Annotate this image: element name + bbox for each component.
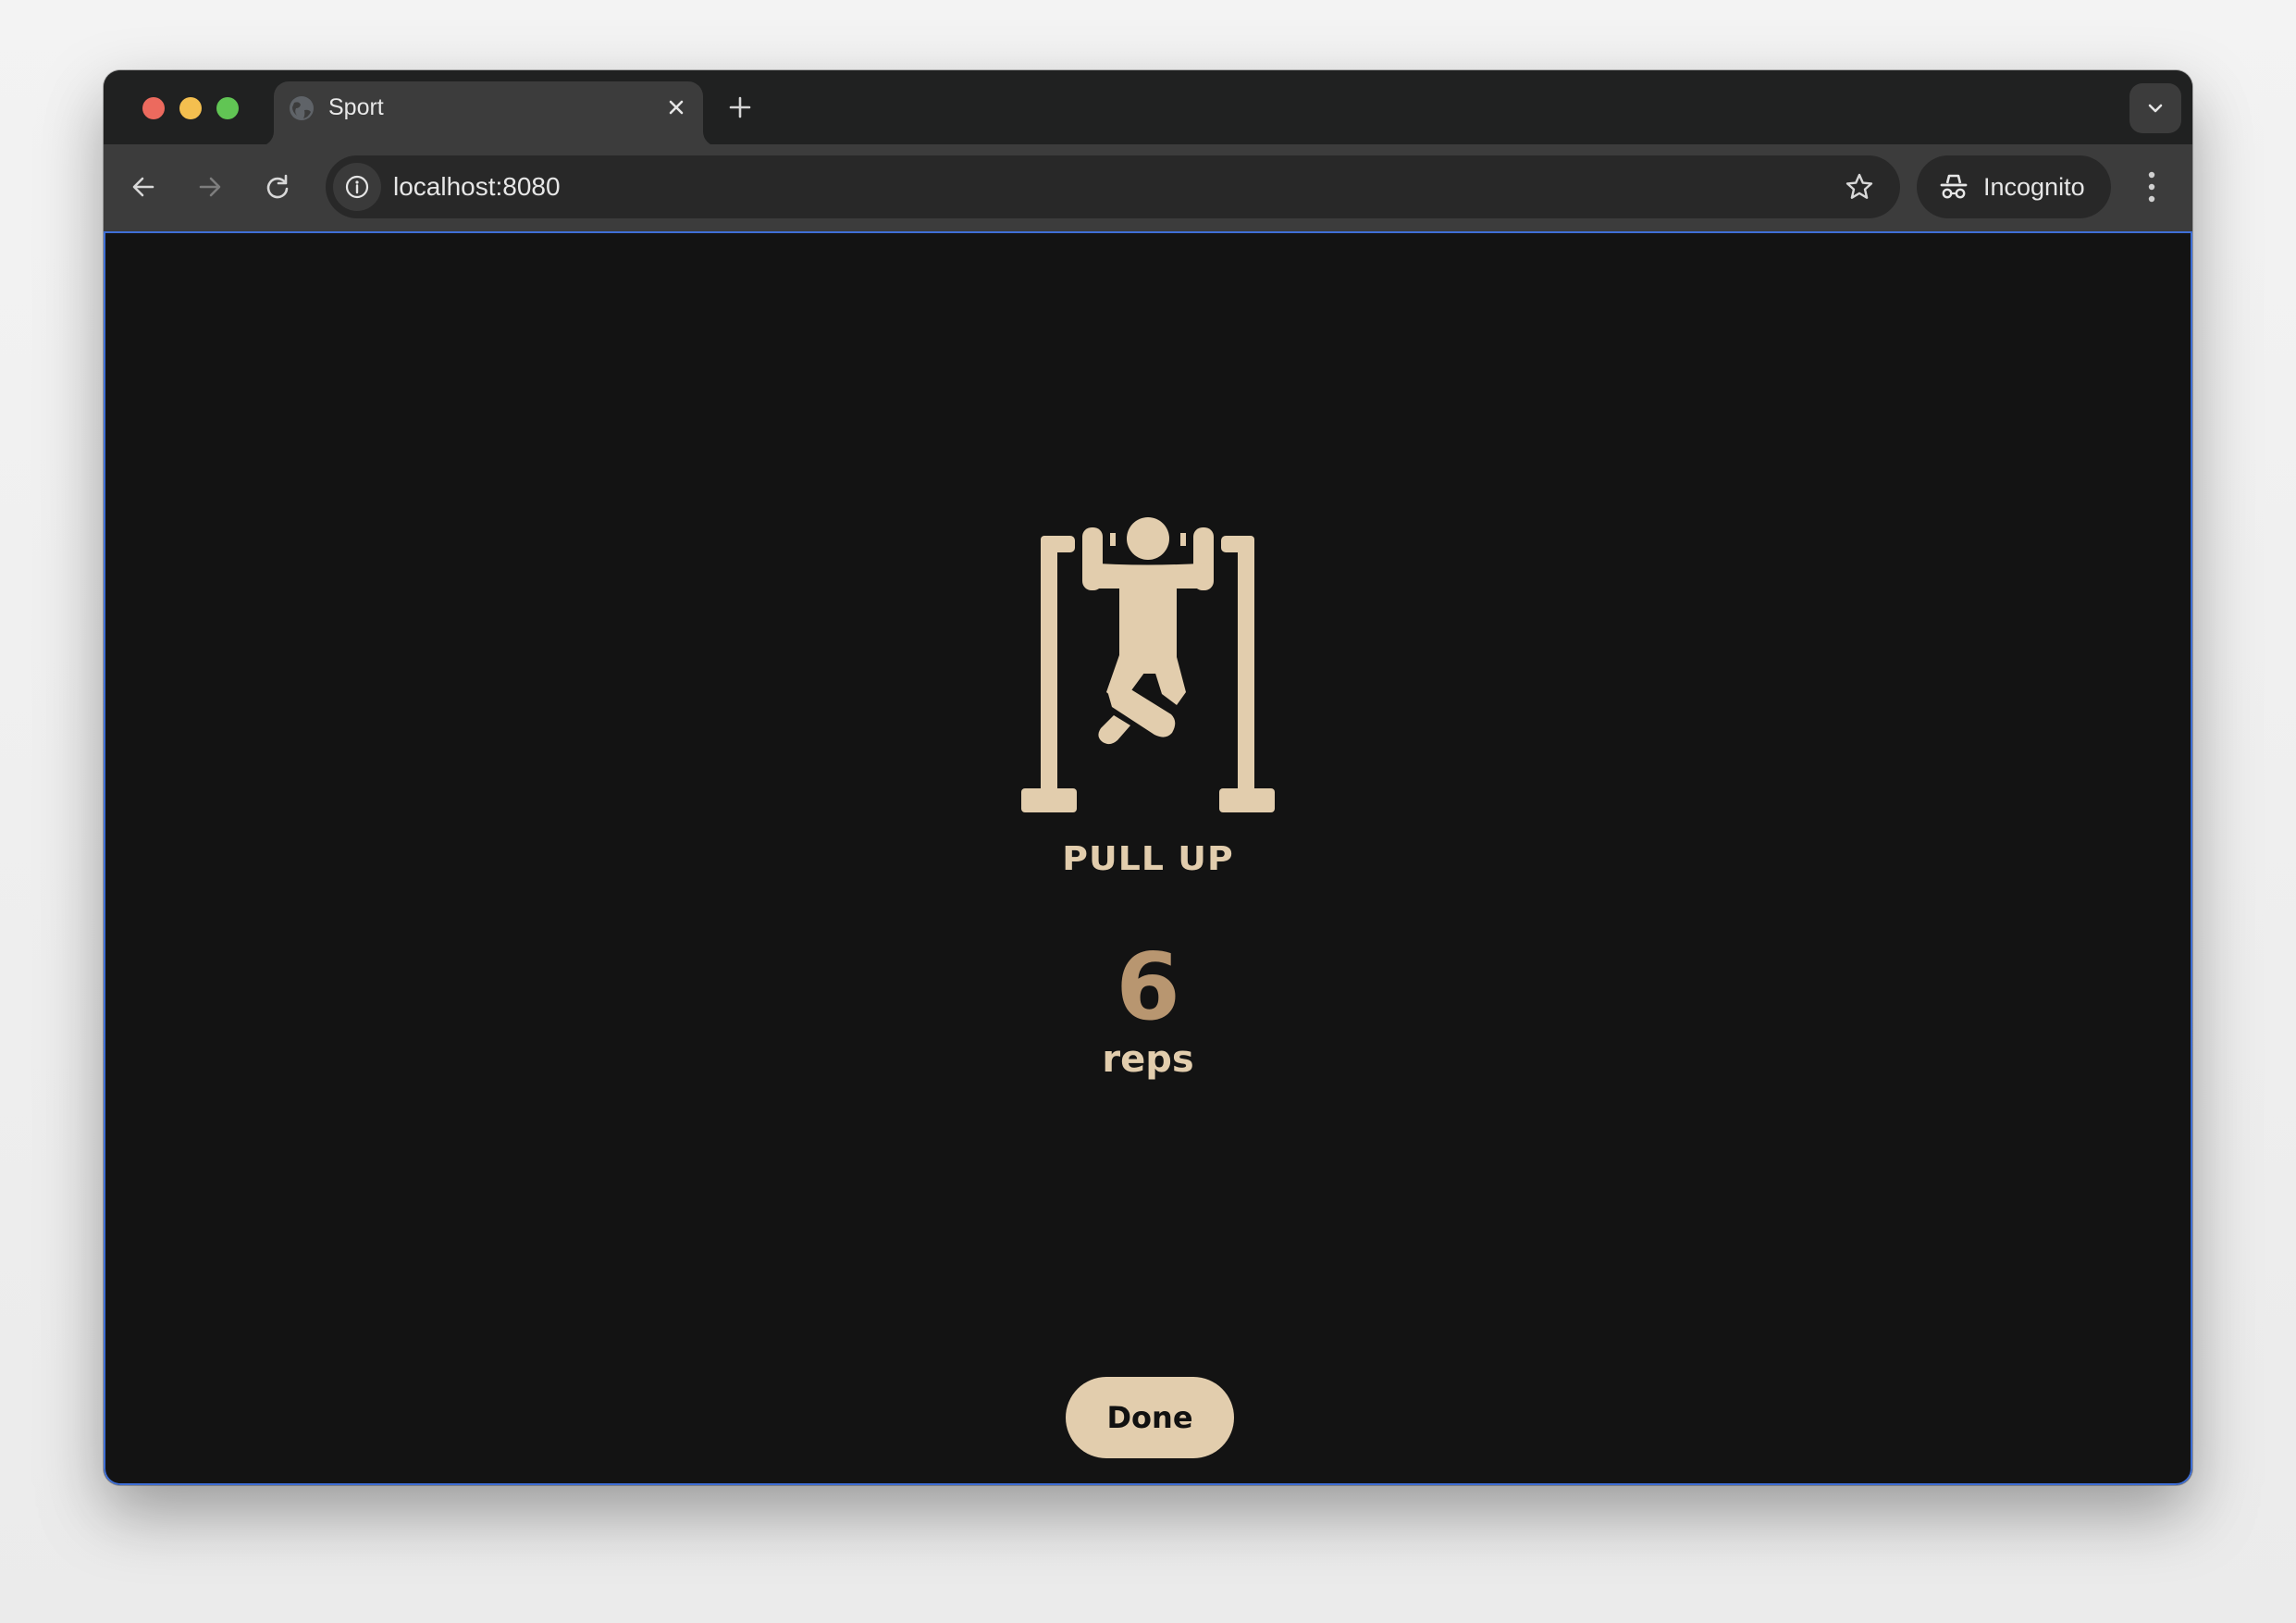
pull-up-icon [1021, 517, 1275, 812]
incognito-profile-button[interactable]: Incognito [1917, 155, 2111, 218]
tab-sport[interactable]: Sport [274, 81, 703, 146]
tab-search-button[interactable] [2129, 83, 2181, 133]
arrow-right-icon[interactable] [193, 170, 227, 204]
kebab-menu-icon[interactable] [2139, 167, 2165, 207]
window-maximize-button[interactable] [216, 97, 239, 119]
globe-icon [290, 96, 314, 120]
incognito-icon [1940, 174, 1968, 199]
tab-strip: Sport [104, 70, 2192, 146]
window-close-button[interactable] [142, 97, 165, 119]
exercise-name: PULL UP [1062, 840, 1234, 878]
close-tab-icon[interactable] [662, 93, 690, 121]
url-text[interactable]: localhost:8080 [393, 171, 561, 203]
star-icon[interactable] [1843, 170, 1876, 204]
arrow-left-icon[interactable] [127, 170, 160, 204]
address-bar[interactable]: localhost:8080 [326, 155, 1900, 218]
browser-window: Sport localhost:8080 Incognito PULL UP 6… [104, 70, 2192, 1485]
reps-unit-label: reps [1102, 1038, 1194, 1081]
info-icon [345, 175, 369, 199]
done-button[interactable]: Done [1066, 1377, 1234, 1458]
chevron-down-icon [2148, 104, 2163, 113]
reload-icon[interactable] [261, 170, 294, 204]
window-minimize-button[interactable] [179, 97, 202, 119]
plus-icon[interactable] [725, 93, 755, 122]
incognito-label: Incognito [1983, 173, 2085, 201]
reps-count: 6 [1116, 933, 1180, 1041]
toolbar: localhost:8080 Incognito [104, 144, 2192, 231]
site-info-button[interactable] [333, 163, 381, 211]
page-content: PULL UP 6 reps Done [104, 231, 2192, 1485]
tab-title: Sport [328, 94, 384, 120]
